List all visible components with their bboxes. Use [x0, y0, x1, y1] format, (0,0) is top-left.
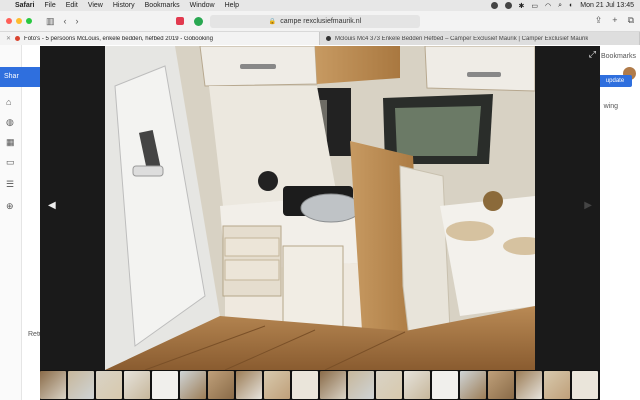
close-window-button[interactable]: [6, 18, 12, 24]
thumbnail[interactable]: [236, 371, 262, 399]
thumbnail[interactable]: [432, 371, 458, 399]
bluetooth-icon[interactable]: ✱: [519, 2, 525, 10]
search-icon[interactable]: ⌕: [558, 2, 562, 10]
menu-history[interactable]: History: [113, 2, 135, 9]
menu-bookmarks[interactable]: Bookmarks: [145, 2, 180, 9]
account-icon[interactable]: [504, 2, 512, 9]
thumbnail[interactable]: [572, 371, 598, 399]
photo-viewer: ◀ ⤢ ▶: [40, 46, 600, 370]
camper-interior-image: [105, 46, 535, 370]
wifi-icon[interactable]: ◠: [545, 2, 551, 10]
zoom-window-button[interactable]: [26, 18, 32, 24]
close-tab-icon[interactable]: ✕: [6, 35, 11, 42]
thumbnail[interactable]: [544, 371, 570, 399]
thumbnail[interactable]: [208, 371, 234, 399]
thumbnail[interactable]: [348, 371, 374, 399]
app-sidebar: ⌂ ◍ ▦ ▭ ☰ ⊕: [0, 45, 22, 400]
extension-icon[interactable]: [194, 17, 203, 26]
chevron-left-icon[interactable]: ◀: [48, 200, 56, 211]
thumbnail[interactable]: [264, 371, 290, 399]
control-center-icon[interactable]: ◐: [569, 2, 573, 9]
thumbnail[interactable]: [320, 371, 346, 399]
favicon-icon: [326, 36, 331, 41]
thumbnail[interactable]: [124, 371, 150, 399]
thumbnail[interactable]: [96, 371, 122, 399]
menu-window[interactable]: Window: [190, 2, 215, 9]
lock-icon: 🔒: [268, 19, 277, 25]
menu-help[interactable]: Help: [225, 2, 239, 9]
chevron-right-icon[interactable]: ▶: [584, 200, 592, 211]
menu-clock[interactable]: Mon 21 Jul 13:45: [580, 2, 634, 9]
update-button[interactable]: update: [598, 75, 632, 87]
side-text: wing: [603, 103, 618, 110]
add-icon[interactable]: ⊕: [6, 201, 14, 212]
grid-icon[interactable]: ▦: [6, 137, 15, 148]
sidebar-share-label: Shar: [4, 73, 19, 80]
bookmarks-text[interactable]: Bookmarks: [601, 53, 636, 60]
database-icon[interactable]: ☰: [6, 179, 14, 190]
thumbnail[interactable]: [152, 371, 178, 399]
main-photo[interactable]: [105, 46, 535, 370]
pocket-icon[interactable]: [176, 17, 184, 25]
tab-gobooking[interactable]: ✕ Foto's - 5 persoons McLouis, enkele be…: [0, 32, 320, 45]
address-bar[interactable]: 🔒 campe rexclusiefmaurik.nl: [210, 15, 420, 28]
home-icon[interactable]: ⌂: [6, 97, 11, 107]
thumbnail[interactable]: [404, 371, 430, 399]
thumbnail[interactable]: [488, 371, 514, 399]
globe-icon[interactable]: ◍: [6, 117, 14, 128]
tab-title: Mclouis Mc4 373 Enkele Bedden Hefbed – C…: [335, 35, 589, 42]
status-icon[interactable]: [490, 2, 498, 9]
menu-view[interactable]: View: [88, 2, 103, 9]
menu-file[interactable]: File: [44, 2, 55, 9]
thumbnail[interactable]: [292, 371, 318, 399]
window-controls: [6, 18, 32, 24]
share-icon[interactable]: ⇪: [595, 15, 603, 26]
tab-bar: ✕ Foto's - 5 persoons McLouis, enkele be…: [0, 32, 640, 45]
forward-icon[interactable]: ›: [76, 16, 79, 26]
address-url: campe rexclusiefmaurik.nl: [280, 18, 362, 25]
new-tab-icon[interactable]: +: [612, 15, 617, 26]
sidebar-toggle-icon[interactable]: ▥: [46, 16, 55, 27]
sidebar-share-item[interactable]: Shar: [0, 67, 40, 87]
expand-icon[interactable]: ⤢: [589, 49, 596, 60]
thumbnail[interactable]: [460, 371, 486, 399]
browser-toolbar: ▥ ‹ › 🔒 campe rexclusiefmaurik.nl ⇪ + ⧉: [0, 11, 640, 32]
minimize-window-button[interactable]: [16, 18, 22, 24]
favicon-icon: [15, 36, 21, 41]
thumbnail[interactable]: [40, 371, 66, 399]
folder-icon[interactable]: ▭: [6, 157, 15, 168]
menu-app-name[interactable]: Safari: [15, 2, 34, 9]
thumbnail[interactable]: [516, 371, 542, 399]
back-icon[interactable]: ‹: [64, 16, 67, 26]
tab-overview-icon[interactable]: ⧉: [628, 15, 634, 26]
tab-camper-exclusief[interactable]: Mclouis Mc4 373 Enkele Bedden Hefbed – C…: [320, 32, 640, 45]
thumbnail[interactable]: [180, 371, 206, 399]
menu-edit[interactable]: Edit: [66, 2, 78, 9]
thumbnail[interactable]: [68, 371, 94, 399]
menu-bar: Safari File Edit View History Bookmarks …: [0, 0, 640, 11]
update-label: update: [605, 78, 625, 84]
thumbnail[interactable]: [376, 371, 402, 399]
battery-icon[interactable]: ▭: [531, 2, 538, 10]
tab-title: Foto's - 5 persoons McLouis, enkele bedd…: [24, 35, 213, 42]
thumbnail-strip: [40, 370, 600, 400]
